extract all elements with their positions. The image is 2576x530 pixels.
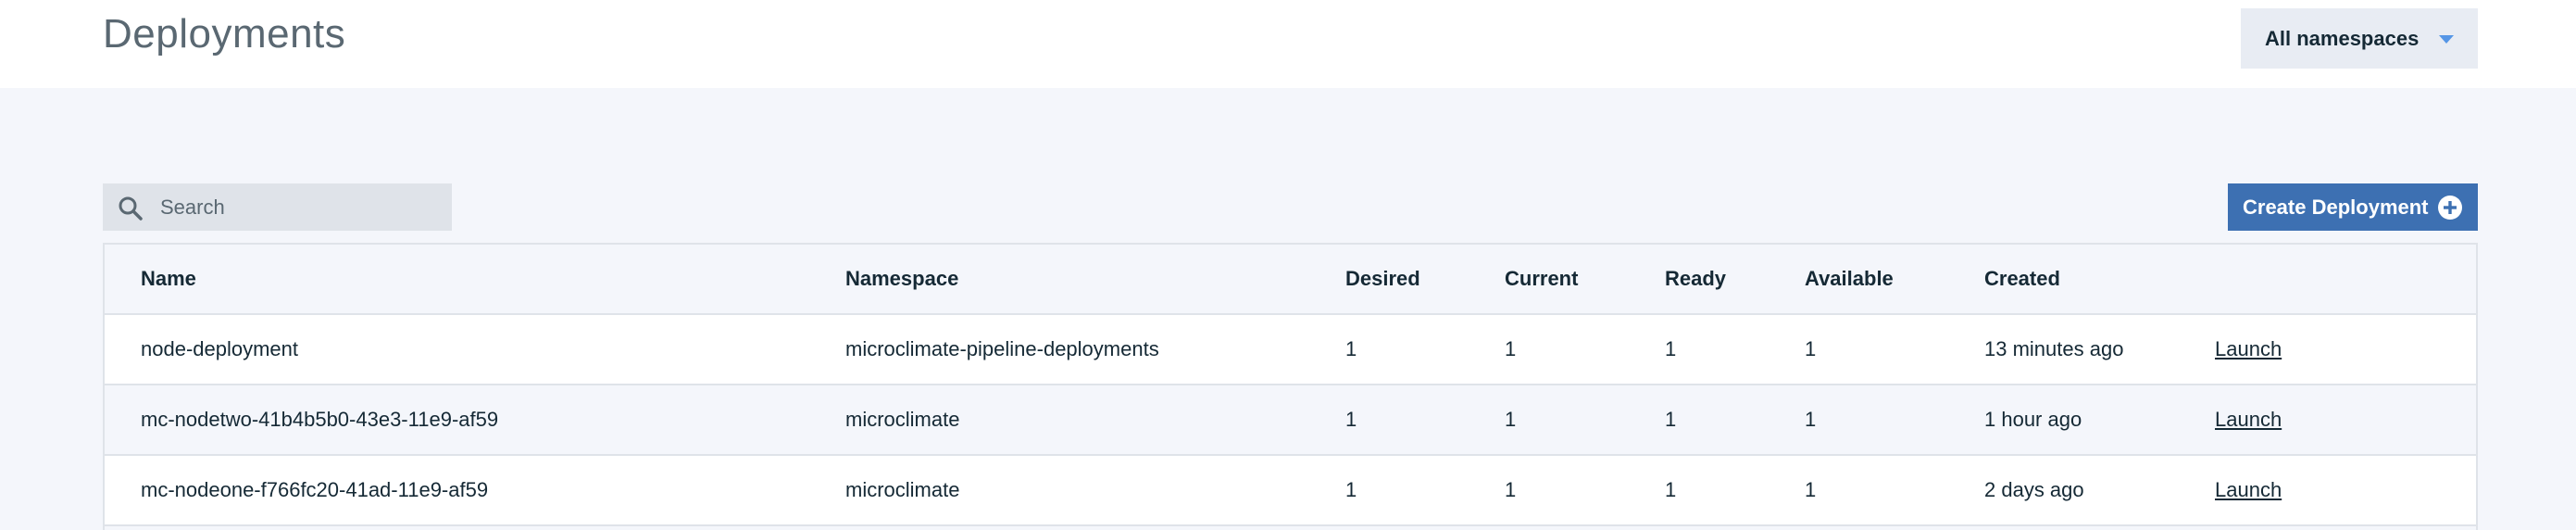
- cell-available: 1: [1805, 337, 1817, 360]
- cell-desired: 1: [1345, 478, 1357, 501]
- create-deployment-button[interactable]: Create Deployment: [2228, 183, 2478, 231]
- table-row[interactable]: mc-nodetwo-41b4b5b0-43e3-11e9-af59 micro…: [105, 385, 2476, 456]
- cell-ready: 1: [1665, 337, 1677, 360]
- cell-desired: 1: [1345, 408, 1357, 431]
- cell-current: 1: [1505, 337, 1517, 360]
- add-circle-icon: [2438, 196, 2462, 220]
- cell-namespace: microclimate: [845, 478, 960, 501]
- cell-name: mc-nodetwo-41b4b5b0-43e3-11e9-af59: [141, 408, 499, 431]
- deployments-table: Name Namespace Desired Current Ready Ava…: [103, 243, 2478, 530]
- cell-name: node-deployment: [141, 337, 299, 360]
- cell-available: 1: [1805, 478, 1817, 501]
- column-header-ready[interactable]: Ready: [1665, 245, 1726, 313]
- cell-name: mc-nodeone-f766fc20-41ad-11e9-af59: [141, 478, 489, 501]
- cell-ready: 1: [1665, 478, 1677, 501]
- table-row[interactable]: node-deployment microclimate-pipeline-de…: [105, 315, 2476, 385]
- cell-created: 13 minutes ago: [1984, 337, 2124, 360]
- cell-ready: 1: [1665, 408, 1677, 431]
- launch-link[interactable]: Launch: [2215, 456, 2282, 524]
- namespace-dropdown-label: All namespaces: [2265, 26, 2420, 50]
- cell-namespace: microclimate: [845, 408, 960, 431]
- column-header-name[interactable]: Name: [141, 245, 196, 313]
- table-header-row: Name Namespace Desired Current Ready Ava…: [105, 245, 2476, 315]
- cell-current: 1: [1505, 408, 1517, 431]
- search-input[interactable]: [160, 183, 438, 231]
- cell-current: 1: [1505, 478, 1517, 501]
- search-icon: [119, 196, 143, 221]
- launch-link[interactable]: Launch: [2215, 315, 2282, 384]
- column-header-available[interactable]: Available: [1805, 245, 1894, 313]
- cell-desired: 1: [1345, 337, 1357, 360]
- create-deployment-label: Create Deployment: [2243, 195, 2429, 219]
- namespace-dropdown[interactable]: All namespaces: [2241, 8, 2478, 69]
- cell-namespace: microclimate-pipeline-deployments: [845, 337, 1159, 360]
- column-header-created[interactable]: Created: [1984, 245, 2060, 313]
- cell-created: 2 days ago: [1984, 478, 2084, 501]
- caret-down-icon: [2439, 35, 2454, 44]
- page-header: Deployments All namespaces: [0, 0, 2576, 88]
- table-row[interactable]: mc-nodeone-f766fc20-41ad-11e9-af59 micro…: [105, 456, 2476, 526]
- column-header-current[interactable]: Current: [1505, 245, 1578, 313]
- column-header-namespace[interactable]: Namespace: [845, 245, 958, 313]
- page-title: Deployments: [103, 11, 346, 57]
- cell-available: 1: [1805, 408, 1817, 431]
- search-box[interactable]: [103, 183, 452, 231]
- launch-link[interactable]: Launch: [2215, 385, 2282, 454]
- cell-created: 1 hour ago: [1984, 408, 2082, 431]
- column-header-desired[interactable]: Desired: [1345, 245, 1420, 313]
